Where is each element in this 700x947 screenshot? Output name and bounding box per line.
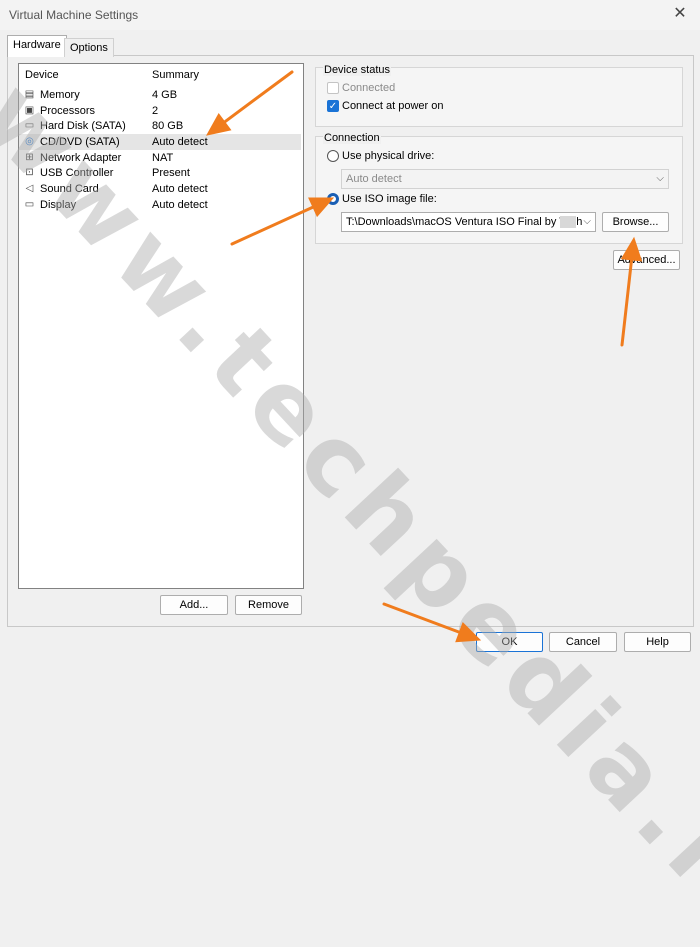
annotation-arrows [206,70,643,643]
arrow-to-cd-dvd-shaft [223,70,294,124]
arrow-to-iso-radio-head [308,197,335,218]
arrow-to-ok-shaft [382,602,461,634]
arrow-to-browse-shaft [620,258,634,347]
arrow-to-cd-dvd-head [206,112,232,136]
arrow-to-ok-head [455,622,482,643]
arrow-to-iso-radio-shaft [230,205,315,246]
arrow-to-browse-head [620,236,643,262]
